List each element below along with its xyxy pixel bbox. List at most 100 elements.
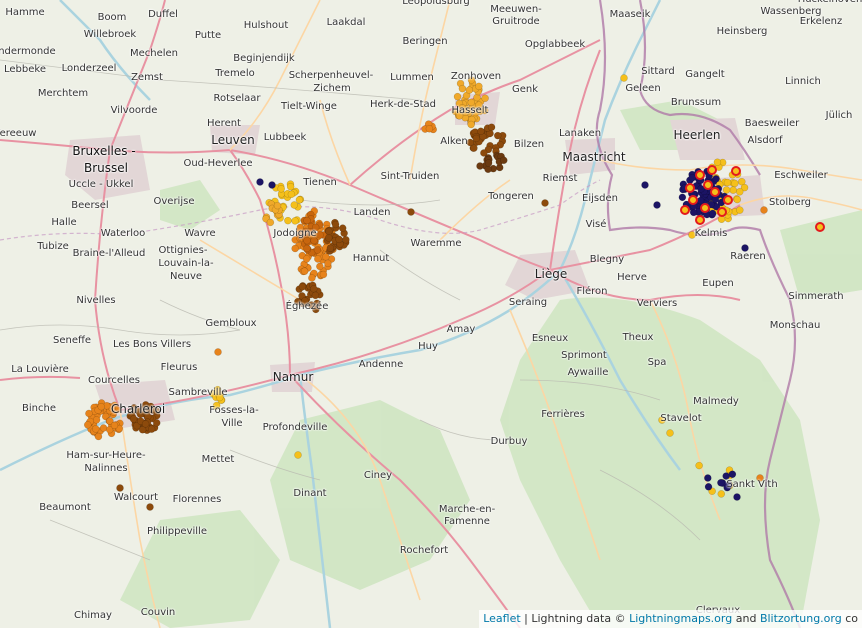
- place-label: Nalinnes: [84, 463, 128, 474]
- place-label: Ham-sur-Heure-: [66, 450, 146, 461]
- place-label: Malmedy: [693, 396, 739, 407]
- lightning-strike-marker: [325, 227, 333, 236]
- place-label: Riemst: [542, 173, 578, 184]
- place-label: Marche-en-: [438, 504, 496, 515]
- place-label: Londerzeel: [61, 63, 117, 74]
- lightning-strike-marker: [291, 244, 299, 253]
- lightning-strike-marker: [708, 209, 717, 218]
- place-label: Ville: [221, 418, 243, 429]
- place-label: Ottignies-: [158, 245, 208, 256]
- lightning-strike-marker: [129, 415, 138, 423]
- place-label: Blegny: [589, 254, 625, 265]
- place-label: Courcelles: [88, 375, 140, 386]
- lightning-strike-marker: [302, 255, 311, 263]
- lightning-strike-marker: [300, 267, 309, 275]
- place-label: Wavre: [184, 228, 216, 239]
- lightning-strike-marker: [110, 421, 119, 430]
- lightning-strike-marker: [731, 179, 739, 188]
- lightning-strike-marker: [453, 92, 462, 101]
- lightning-strike-marker: [286, 182, 295, 191]
- lightning-strike-marker: [268, 181, 276, 189]
- blitzortung-link[interactable]: Blitzortung.org: [760, 612, 842, 625]
- lightning-strike-marker: [94, 432, 103, 441]
- lightning-strike-marker: [316, 262, 324, 271]
- lightning-strike-marker: [475, 82, 483, 91]
- place-label: Tongeren: [488, 191, 534, 202]
- place-label: Spa: [647, 357, 667, 368]
- place-label: Lebbeke: [4, 64, 46, 75]
- place-label: Oud-Heverlee: [183, 158, 253, 169]
- lightning-strike-marker: [484, 165, 492, 173]
- place-label: Lanaken: [558, 128, 602, 139]
- place-label: Andenne: [358, 359, 404, 370]
- lightning-strike-marker: [92, 416, 101, 424]
- place-label: Binche: [22, 403, 56, 414]
- lightning-strike-marker: [704, 483, 713, 491]
- lightning-strike-marker: [425, 124, 434, 133]
- lightning-strike-marker: [153, 419, 161, 427]
- lightning-strike-marker: [717, 490, 726, 498]
- base-map: [0, 0, 862, 628]
- place-label: Maastricht: [562, 150, 626, 164]
- place-label: Vereeuw: [0, 128, 37, 139]
- lightning-strike-marker: [335, 235, 343, 244]
- place-label: Mechelen: [129, 48, 179, 59]
- place-label: Hannut: [352, 253, 390, 264]
- place-label: Sint-Truiden: [380, 171, 440, 182]
- place-label: Beringen: [402, 36, 448, 47]
- place-label: Eschweiler: [774, 170, 828, 181]
- attribution-text-2: and: [732, 612, 760, 625]
- lightning-strike-marker: [83, 421, 92, 429]
- place-label: Duffel: [148, 9, 178, 20]
- place-label: Charleroi: [110, 402, 166, 416]
- place-label: Sambreville: [168, 387, 228, 398]
- place-label: Raeren: [730, 251, 766, 262]
- place-label: Beaumont: [39, 502, 91, 513]
- place-label: Brussel: [84, 161, 128, 175]
- lightning-strike-marker: [465, 86, 474, 94]
- place-label: Putte: [194, 30, 222, 41]
- lightning-strike-marker: [678, 193, 687, 202]
- recent-strike-marker: [695, 170, 705, 180]
- place-label: Visé: [585, 219, 607, 230]
- recent-strike-marker: [731, 166, 741, 176]
- place-label: Stolberg: [769, 197, 811, 208]
- lightning-strike-marker: [284, 216, 292, 225]
- place-label: Linnich: [785, 76, 821, 87]
- lightning-strike-marker: [256, 178, 264, 186]
- place-label: Vilvoorde: [110, 105, 158, 116]
- lightning-strike-marker: [760, 206, 768, 214]
- place-label: Theux: [622, 332, 654, 343]
- place-label: Zonhoven: [450, 71, 502, 82]
- lightning-strike-marker: [342, 236, 350, 244]
- attribution-text-1: | Lightning data ©: [520, 612, 630, 625]
- place-label: Neuve: [169, 271, 203, 282]
- place-label: Erkelenz: [799, 16, 843, 27]
- place-label: Hamme: [5, 7, 45, 18]
- place-label: Seraing: [508, 297, 548, 308]
- leaflet-link[interactable]: Leaflet: [483, 612, 520, 625]
- place-label: Lummen: [390, 72, 434, 83]
- lightning-strike-marker: [116, 484, 124, 492]
- lightning-strike-marker: [722, 186, 731, 194]
- recent-strike-marker: [700, 203, 710, 213]
- place-label: Alken: [440, 136, 468, 147]
- place-label: Merchtem: [37, 88, 89, 99]
- lightning-strike-marker: [294, 451, 302, 459]
- lightning-strike-marker: [620, 74, 628, 82]
- place-label: Monschau: [769, 320, 821, 331]
- lightning-strike-marker: [326, 244, 335, 252]
- map-view[interactable]: Hamme Boom Duffel Willebroek Putte Hulshout La…: [0, 0, 862, 628]
- place-label: Aywaille: [567, 367, 609, 378]
- lightning-strike-marker: [316, 231, 324, 239]
- lightning-strike-marker: [308, 274, 316, 282]
- place-label: Jülich: [825, 110, 853, 121]
- lightning-strike-marker: [303, 244, 311, 253]
- place-label: Opglabbeek: [524, 39, 586, 50]
- lightningmaps-link[interactable]: Lightningmaps.org: [629, 612, 732, 625]
- lightning-strike-marker: [695, 461, 703, 470]
- place-label: Meeuwen-: [490, 4, 542, 15]
- lightning-strike-marker: [277, 185, 285, 193]
- place-label: Beersel: [71, 200, 109, 211]
- lightning-strike-marker: [481, 94, 489, 102]
